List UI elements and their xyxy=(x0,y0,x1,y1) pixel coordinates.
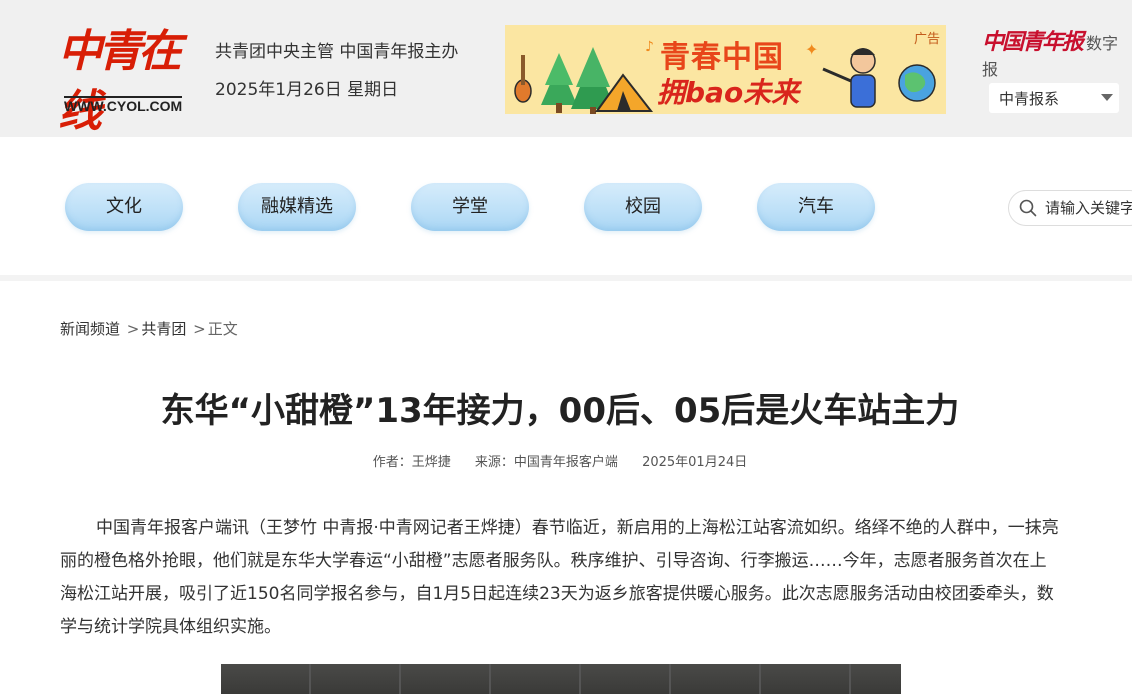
article-author: 作者：王烨捷 xyxy=(372,455,451,470)
nav-divider xyxy=(0,275,1132,281)
digital-paper-link[interactable]: 中国青年报 数字报 xyxy=(982,24,1132,80)
search-input[interactable] xyxy=(1045,197,1132,219)
article-photo xyxy=(221,664,901,694)
select-value: 中青报系 xyxy=(999,90,1060,108)
nav-item-auto[interactable]: 汽车 xyxy=(757,183,875,231)
search-box xyxy=(1008,190,1132,226)
nav-item-campus[interactable]: 校园 xyxy=(584,183,702,231)
site-tagline: 共青团中央主管 中国青年报主办 xyxy=(215,42,459,62)
logo-chinese: 中青在线 xyxy=(58,26,182,137)
newspaper-family-select[interactable]: 中青报系 xyxy=(989,83,1119,113)
breadcrumb-news-channel[interactable]: 新闻频道 xyxy=(60,320,120,338)
brand-name: 中国青年报 xyxy=(982,29,1084,55)
article-date: 2025年01月24日 xyxy=(642,455,748,470)
article-meta: 作者：王烨捷 来源：中国青年报客户端 2025年01月24日 xyxy=(0,451,1120,470)
svg-text:✦: ✦ xyxy=(805,40,818,59)
search-icon[interactable] xyxy=(1019,199,1037,217)
svg-text:♪: ♪ xyxy=(645,39,654,55)
breadcrumb-separator: > xyxy=(193,320,206,338)
article-source: 来源：中国青年报客户端 xyxy=(474,455,618,470)
breadcrumb-league[interactable]: 共青团 xyxy=(141,320,186,338)
nav-item-academy[interactable]: 学堂 xyxy=(411,183,529,231)
breadcrumb: 新闻频道 > 共青团 > 正文 xyxy=(60,318,240,339)
article-paragraph: 中国青年报客户端讯（王梦竹 中青报·中青网记者王烨捷）春节临近，新启用的上海松江… xyxy=(60,518,1059,637)
ad-title-line1: 青春中国 xyxy=(660,40,784,75)
current-date: 2025年1月26日 星期日 xyxy=(215,80,399,100)
nav-item-culture[interactable]: 文化 xyxy=(65,183,183,231)
chevron-down-icon xyxy=(1101,94,1113,101)
nav-item-media-picks[interactable]: 融媒精选 xyxy=(238,183,356,231)
ad-banner[interactable]: ✦ ♪ 广告 青春中国 拥bao未来 xyxy=(505,25,946,114)
article-title: 东华“小甜橙”13年接力，00后、05后是火车站主力 xyxy=(160,391,960,431)
top-header: 中青在线 WWW.CYOL.COM 共青团中央主管 中国青年报主办 2025年1… xyxy=(0,0,1132,137)
ad-title-line2: 拥bao未来 xyxy=(657,76,800,109)
logo-url: WWW.CYOL.COM xyxy=(64,96,183,114)
site-logo[interactable]: 中青在线 WWW.CYOL.COM xyxy=(58,22,198,137)
ad-label: 广告 xyxy=(913,32,940,47)
breadcrumb-current: 正文 xyxy=(207,320,238,338)
breadcrumb-separator: > xyxy=(126,320,140,338)
